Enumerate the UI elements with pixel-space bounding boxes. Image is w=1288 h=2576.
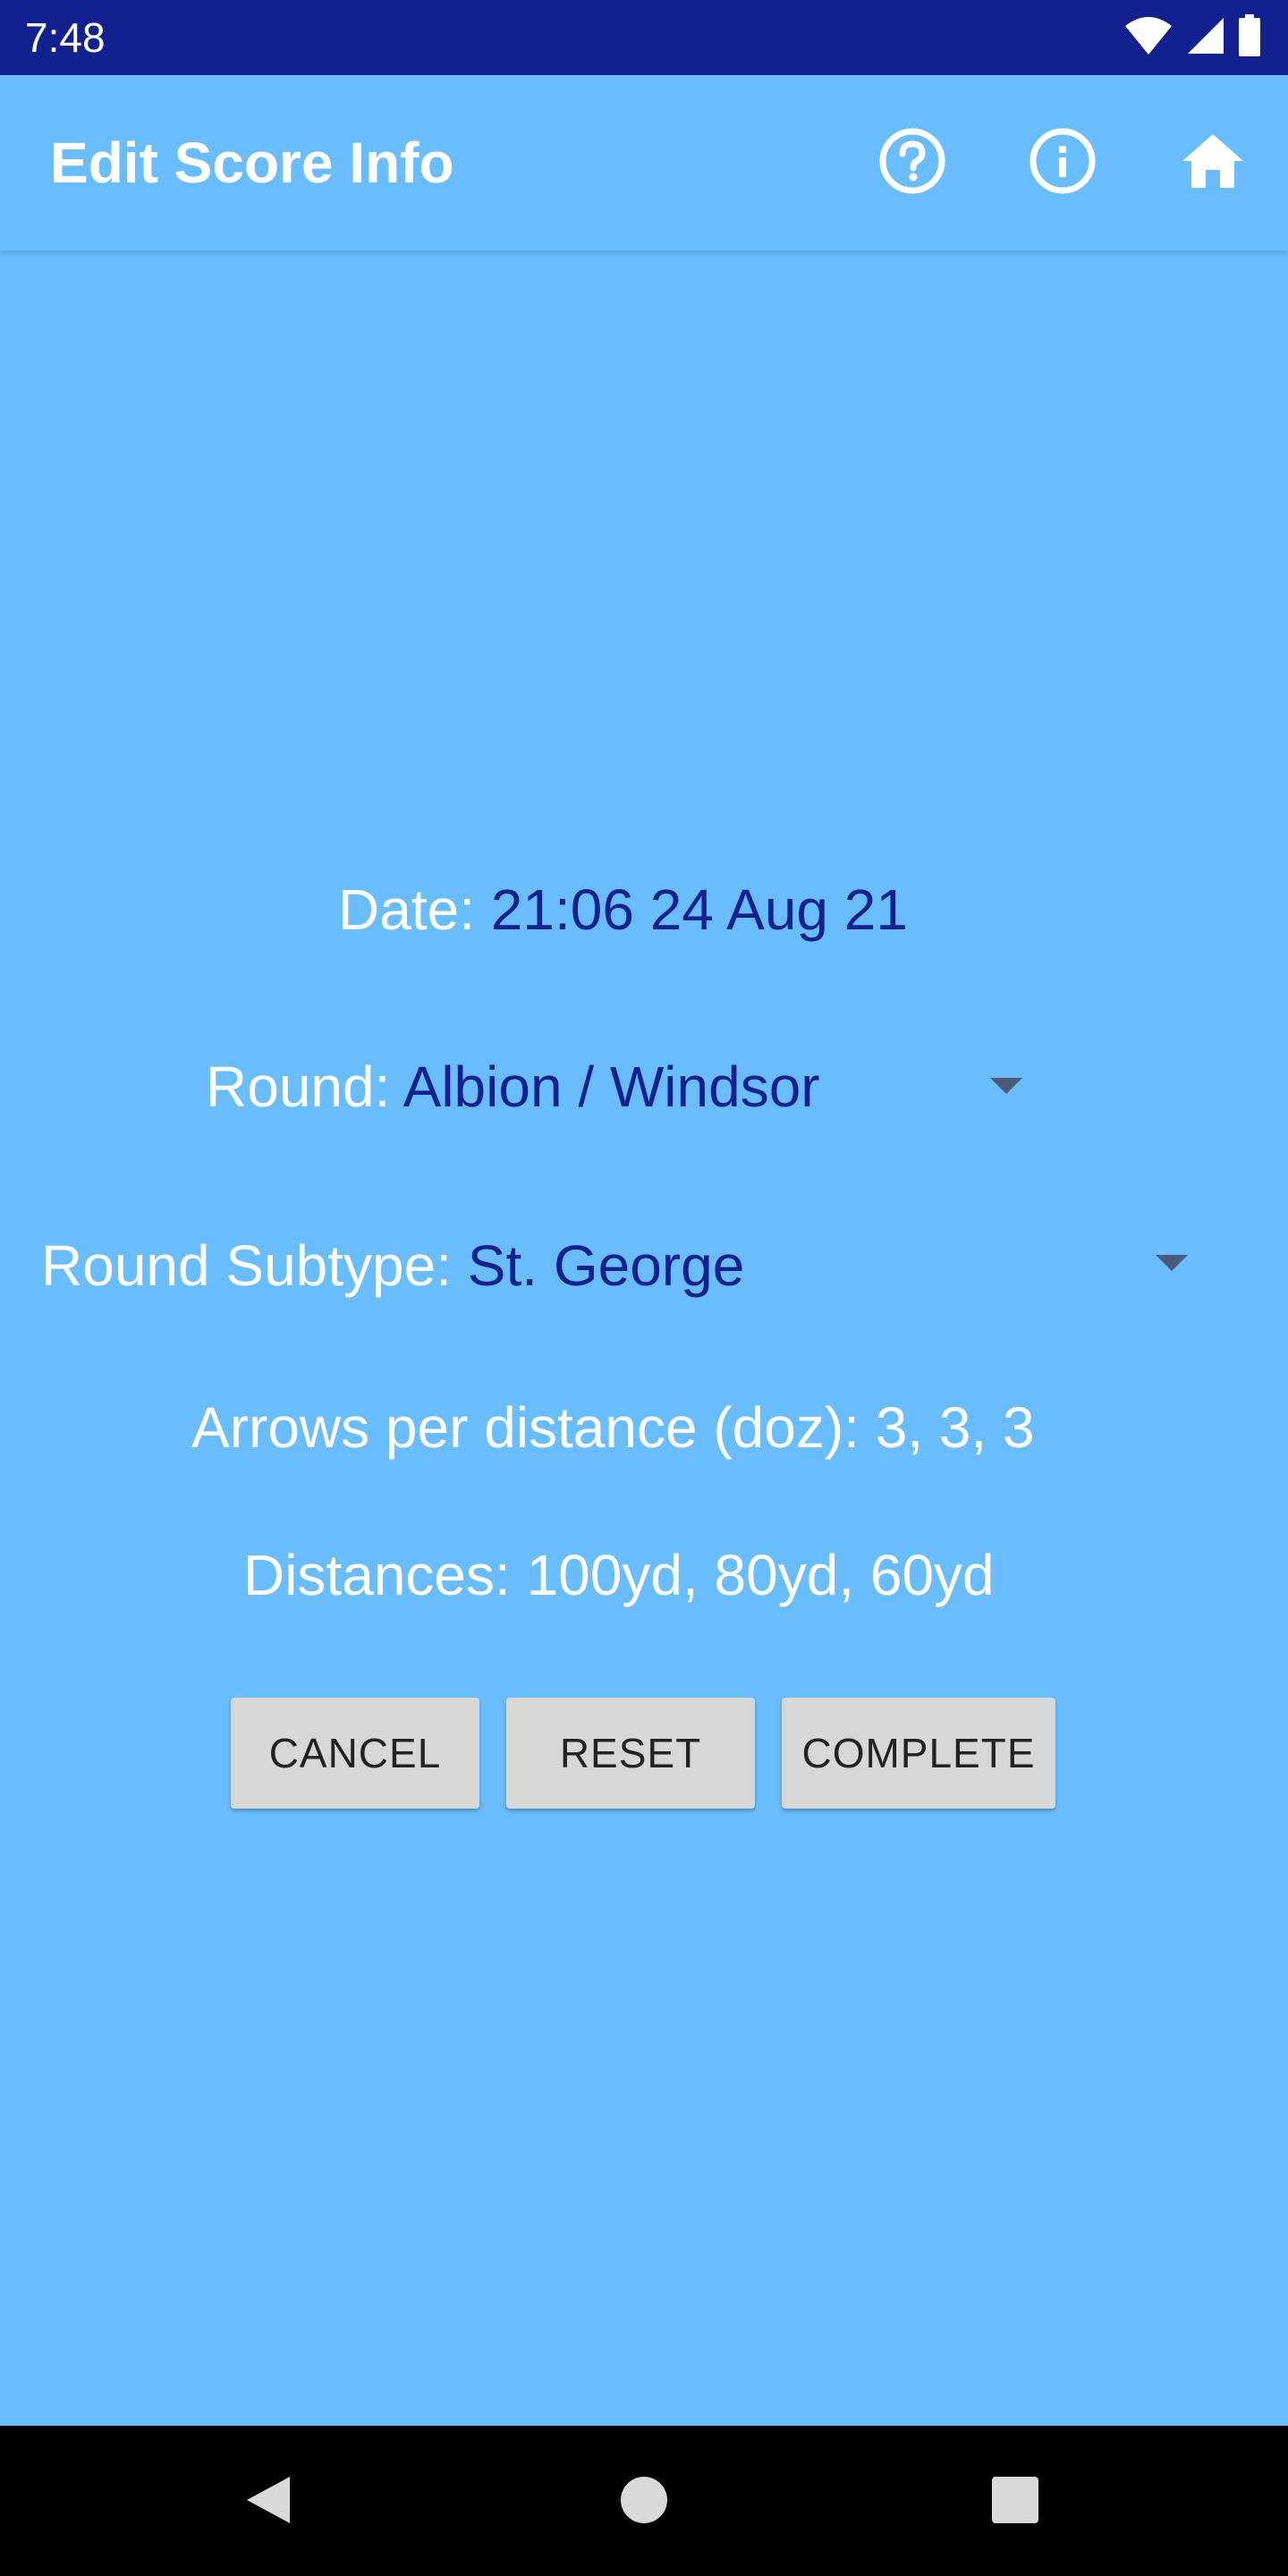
wifi-icon [1123,15,1174,61]
date-label: Date: [338,877,491,942]
distances: Distances: 100yd, 80yd, 60yd [243,1543,995,1607]
round-subtype-dropdown[interactable]: Round Subtype: St. George [41,1230,744,1301]
home-icon [1179,127,1247,199]
navigation-bar [0,2426,1288,2576]
home-button[interactable] [1172,122,1254,204]
round-dropdown-arrow-icon[interactable] [990,1078,1022,1094]
page-title: Edit Score Info [50,131,454,195]
info-button[interactable] [1021,122,1104,204]
date-row[interactable]: Date: 21:06 24 Aug 21 [338,874,908,945]
arrows-per-distance: Arrows per distance (doz): 3, 3, 3 [191,1395,1035,1460]
status-time: 7:48 [25,14,106,61]
home-nav-button[interactable] [613,2470,675,2533]
round-subtype-label: Round Subtype: [41,1233,468,1298]
home-circle-icon [619,2475,669,2529]
status-icons [1123,13,1261,62]
round-label: Round: [206,1055,403,1119]
help-button[interactable] [871,122,953,204]
round-subtype-value[interactable]: St. George [468,1233,745,1298]
recents-icon [990,2475,1040,2529]
reset-button[interactable]: RESET [506,1698,755,1809]
round-subtype-dropdown-arrow-icon[interactable] [1156,1255,1188,1271]
signal-icon [1186,16,1225,60]
app-bar: Edit Score Info [0,75,1288,250]
help-icon [878,127,946,199]
complete-button[interactable]: COMPLETE [782,1698,1055,1809]
recents-button[interactable] [984,2470,1046,2533]
back-icon [242,2473,295,2531]
back-button[interactable] [237,2470,300,2533]
battery-icon [1238,13,1261,62]
round-value[interactable]: Albion / Windsor [403,1055,820,1119]
cancel-button[interactable]: CANCEL [231,1698,479,1809]
info-icon [1029,127,1097,199]
date-value[interactable]: 21:06 24 Aug 21 [491,877,908,942]
round-dropdown[interactable]: Round: Albion / Windsor [206,1051,820,1123]
status-bar: 7:48 [0,0,1288,75]
